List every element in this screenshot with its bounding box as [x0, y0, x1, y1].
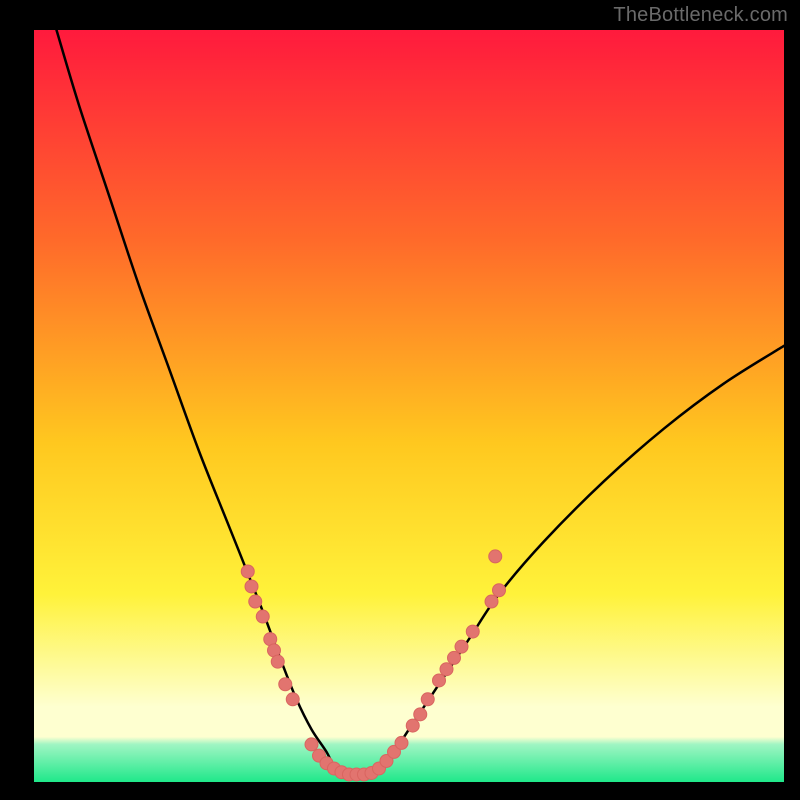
marker-point [271, 655, 284, 668]
plot-background [34, 30, 784, 782]
marker-point [286, 693, 299, 706]
marker-point [256, 610, 269, 623]
marker-point [493, 584, 506, 597]
marker-point [466, 625, 479, 638]
marker-point [440, 663, 453, 676]
marker-point [421, 693, 434, 706]
marker-point [489, 550, 502, 563]
chart-svg [0, 0, 800, 800]
marker-point [448, 651, 461, 664]
chart-stage: TheBottleneck.com [0, 0, 800, 800]
marker-point [395, 736, 408, 749]
watermark-text: TheBottleneck.com [613, 4, 788, 27]
marker-point [455, 640, 468, 653]
marker-point [485, 595, 498, 608]
marker-point [414, 708, 427, 721]
marker-point [406, 719, 419, 732]
marker-point [249, 595, 262, 608]
marker-point [241, 565, 254, 578]
marker-point [433, 674, 446, 687]
marker-point [245, 580, 258, 593]
marker-point [279, 678, 292, 691]
marker-point [305, 738, 318, 751]
